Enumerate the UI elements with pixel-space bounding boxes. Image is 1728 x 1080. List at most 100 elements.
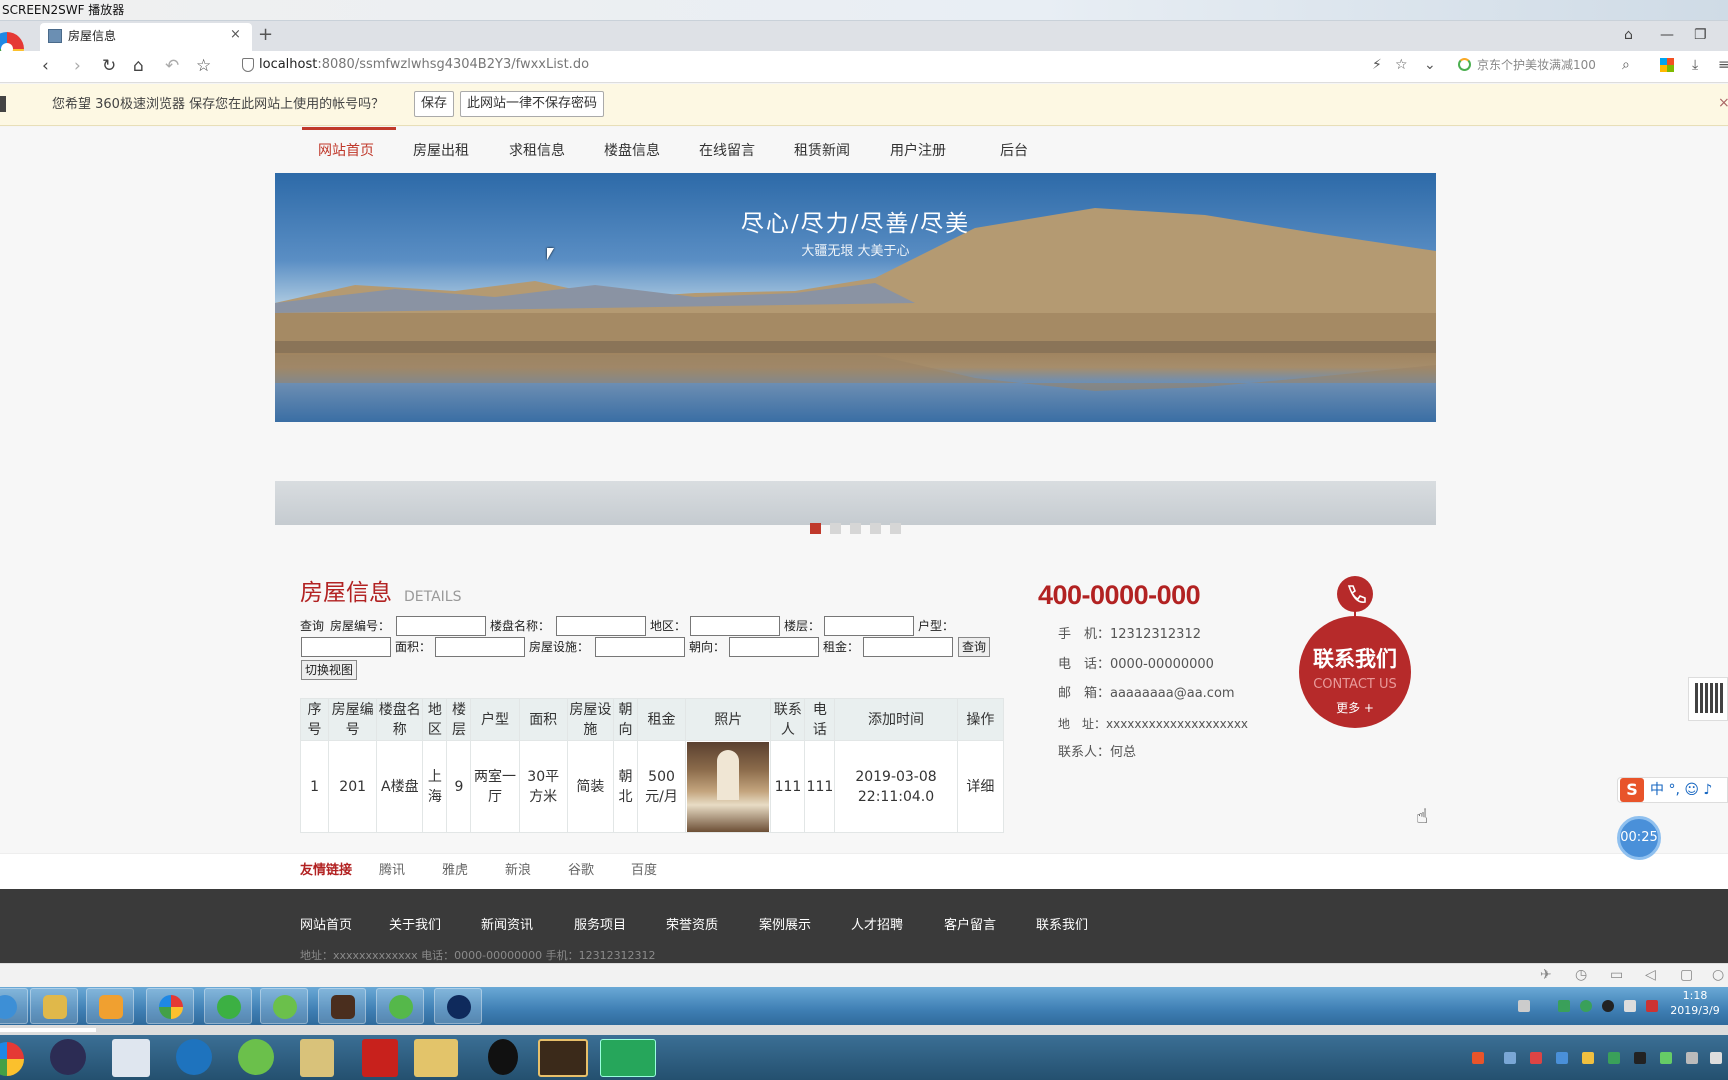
- zoom-icon[interactable]: ○: [1712, 966, 1724, 984]
- slide-dot-1[interactable]: [810, 523, 821, 534]
- nav-item-rent-out[interactable]: 房屋出租: [413, 141, 469, 161]
- sogou-ime-icon[interactable]: S: [1620, 778, 1644, 802]
- switch-view-button[interactable]: 切换视图: [301, 660, 358, 680]
- trash-icon[interactable]: ▭: [1610, 966, 1623, 984]
- save-password-button[interactable]: 保存: [414, 91, 455, 117]
- taskbar2-flash-icon[interactable]: [362, 1039, 398, 1077]
- footer-link-feedback[interactable]: 客户留言: [944, 917, 996, 935]
- footer-link-services[interactable]: 服务项目: [574, 917, 626, 935]
- tray2-battery-icon[interactable]: [1660, 1052, 1672, 1064]
- size-input[interactable]: [435, 637, 525, 657]
- lightning-icon[interactable]: ⚡: [1372, 56, 1382, 74]
- floor-input[interactable]: [824, 616, 914, 636]
- search-icon[interactable]: ⌕: [1622, 56, 1630, 74]
- window-icon[interactable]: ▢: [1680, 966, 1693, 984]
- contact-more-link[interactable]: 更多 +: [1299, 700, 1411, 716]
- tray2-speaker-icon[interactable]: [1582, 1052, 1594, 1064]
- clock-date[interactable]: 2019/3/9: [1665, 1004, 1725, 1018]
- tray-volume-muted-icon[interactable]: [1646, 1000, 1658, 1012]
- query-button[interactable]: 查询: [958, 637, 991, 657]
- search-hint[interactable]: 京东个护美妆满减100: [1477, 57, 1596, 73]
- url-input[interactable]: localhost:8080/ssmfwzlwhsg4304B2Y3/fwxxL…: [259, 56, 589, 74]
- house-code-input[interactable]: [396, 616, 486, 636]
- tray2-sogou-icon[interactable]: [1472, 1052, 1484, 1064]
- tray-qq-icon[interactable]: [1602, 1000, 1614, 1012]
- volume-icon[interactable]: ◁: [1645, 966, 1656, 984]
- rent-input[interactable]: [863, 637, 953, 657]
- shirt-skin-icon[interactable]: ⌂: [1624, 26, 1633, 44]
- apps-icon[interactable]: [1660, 58, 1674, 72]
- taskbar2-browser-icon[interactable]: [176, 1039, 212, 1075]
- taskbar-explorer-icon[interactable]: [30, 988, 78, 1024]
- taskbar2-folder-icon[interactable]: [414, 1039, 458, 1077]
- footer-link-contact[interactable]: 联系我们: [1036, 917, 1088, 935]
- start-button[interactable]: [0, 988, 28, 1024]
- district-input[interactable]: [690, 616, 780, 636]
- nav-item-wanted[interactable]: 求租信息: [509, 141, 565, 161]
- rocket-icon[interactable]: ✈: [1540, 966, 1552, 984]
- taskbar-green-app-icon[interactable]: [260, 988, 308, 1024]
- building-name-input[interactable]: [556, 616, 646, 636]
- footer-link-news[interactable]: 新闻资讯: [481, 917, 533, 935]
- taskbar2-network-icon[interactable]: [112, 1039, 150, 1077]
- tray-network-icon[interactable]: [1624, 1000, 1636, 1012]
- taskbar-ide-icon[interactable]: [318, 988, 366, 1024]
- layout-input[interactable]: [301, 637, 391, 657]
- forward-icon[interactable]: ›: [74, 55, 81, 77]
- taskbar2-eclipse-icon[interactable]: [50, 1039, 86, 1075]
- slide-dot-5[interactable]: [890, 523, 901, 534]
- house-photo[interactable]: [687, 741, 770, 832]
- restore-icon[interactable]: ❐: [1694, 26, 1707, 44]
- menu-icon[interactable]: ≡: [1718, 56, 1728, 74]
- slide-dot-2[interactable]: [830, 523, 841, 534]
- never-save-password-button[interactable]: 此网站一律不保存密码: [460, 91, 605, 117]
- download-icon[interactable]: ⤓: [1692, 56, 1698, 74]
- bookmark-star-icon[interactable]: ☆: [1395, 56, 1408, 74]
- nav-item-news[interactable]: 租赁新闻: [794, 141, 850, 161]
- taskbar2-recorder-icon[interactable]: [600, 1039, 656, 1077]
- star-icon[interactable]: ☆: [196, 55, 211, 77]
- tray2-security-icon[interactable]: [1530, 1052, 1542, 1064]
- nav-item-messages[interactable]: 在线留言: [699, 141, 755, 161]
- tray2-network-icon[interactable]: [1608, 1052, 1620, 1064]
- back-icon[interactable]: ‹: [42, 55, 49, 77]
- taskbar-browser-icon[interactable]: [146, 988, 194, 1024]
- playback-progress-track[interactable]: [0, 1025, 1728, 1035]
- tray2-desktop-icon[interactable]: [1710, 1052, 1722, 1064]
- minimize-icon[interactable]: —: [1660, 26, 1674, 44]
- nav-item-register[interactable]: 用户注册: [890, 141, 946, 161]
- tray2-volume-icon[interactable]: [1686, 1052, 1698, 1064]
- tray2-shield-icon[interactable]: [1556, 1052, 1568, 1064]
- nav-item-admin[interactable]: 后台: [1000, 141, 1028, 161]
- taskbar2-notepad-icon[interactable]: [300, 1039, 334, 1077]
- clock-time[interactable]: 1:18: [1665, 989, 1725, 1003]
- undo-icon[interactable]: ↶: [165, 55, 179, 77]
- tray2-app-icon[interactable]: [1504, 1052, 1516, 1064]
- slide-dot-3[interactable]: [850, 523, 861, 534]
- home-icon[interactable]: ⌂: [133, 55, 144, 77]
- link-baidu[interactable]: 百度: [631, 862, 657, 880]
- taskbar-eclipse-icon[interactable]: [434, 988, 482, 1024]
- footer-link-home[interactable]: 网站首页: [300, 917, 352, 935]
- tray-keyboard-icon[interactable]: [1518, 1000, 1530, 1012]
- slide-dot-4[interactable]: [870, 523, 881, 534]
- facility-input[interactable]: [595, 637, 685, 657]
- link-yahoo[interactable]: 雅虎: [442, 862, 468, 880]
- taskbar-ie-icon[interactable]: [376, 988, 424, 1024]
- tray-wechat-icon[interactable]: [1580, 1000, 1592, 1012]
- dropdown-icon[interactable]: ⌄: [1424, 56, 1436, 74]
- taskbar2-avatar-icon[interactable]: [538, 1039, 588, 1077]
- nav-item-buildings[interactable]: 楼盘信息: [604, 141, 660, 161]
- nav-item-home[interactable]: 网站首页: [318, 141, 374, 161]
- tab-close-icon[interactable]: ×: [230, 27, 241, 43]
- history-icon[interactable]: ◷: [1575, 966, 1587, 984]
- link-tencent[interactable]: 腾讯: [379, 862, 405, 880]
- detail-link[interactable]: 详细: [956, 740, 1005, 833]
- reload-icon[interactable]: ↻: [102, 55, 116, 77]
- ime-status[interactable]: 中 °, ☺ ♪: [1650, 781, 1712, 799]
- footer-link-honors[interactable]: 荣誉资质: [666, 917, 718, 935]
- orientation-input[interactable]: [729, 637, 819, 657]
- taskbar-media-icon[interactable]: [86, 988, 134, 1024]
- footer-link-about[interactable]: 关于我们: [389, 917, 441, 935]
- taskbar2-green-app-icon[interactable]: [238, 1039, 274, 1075]
